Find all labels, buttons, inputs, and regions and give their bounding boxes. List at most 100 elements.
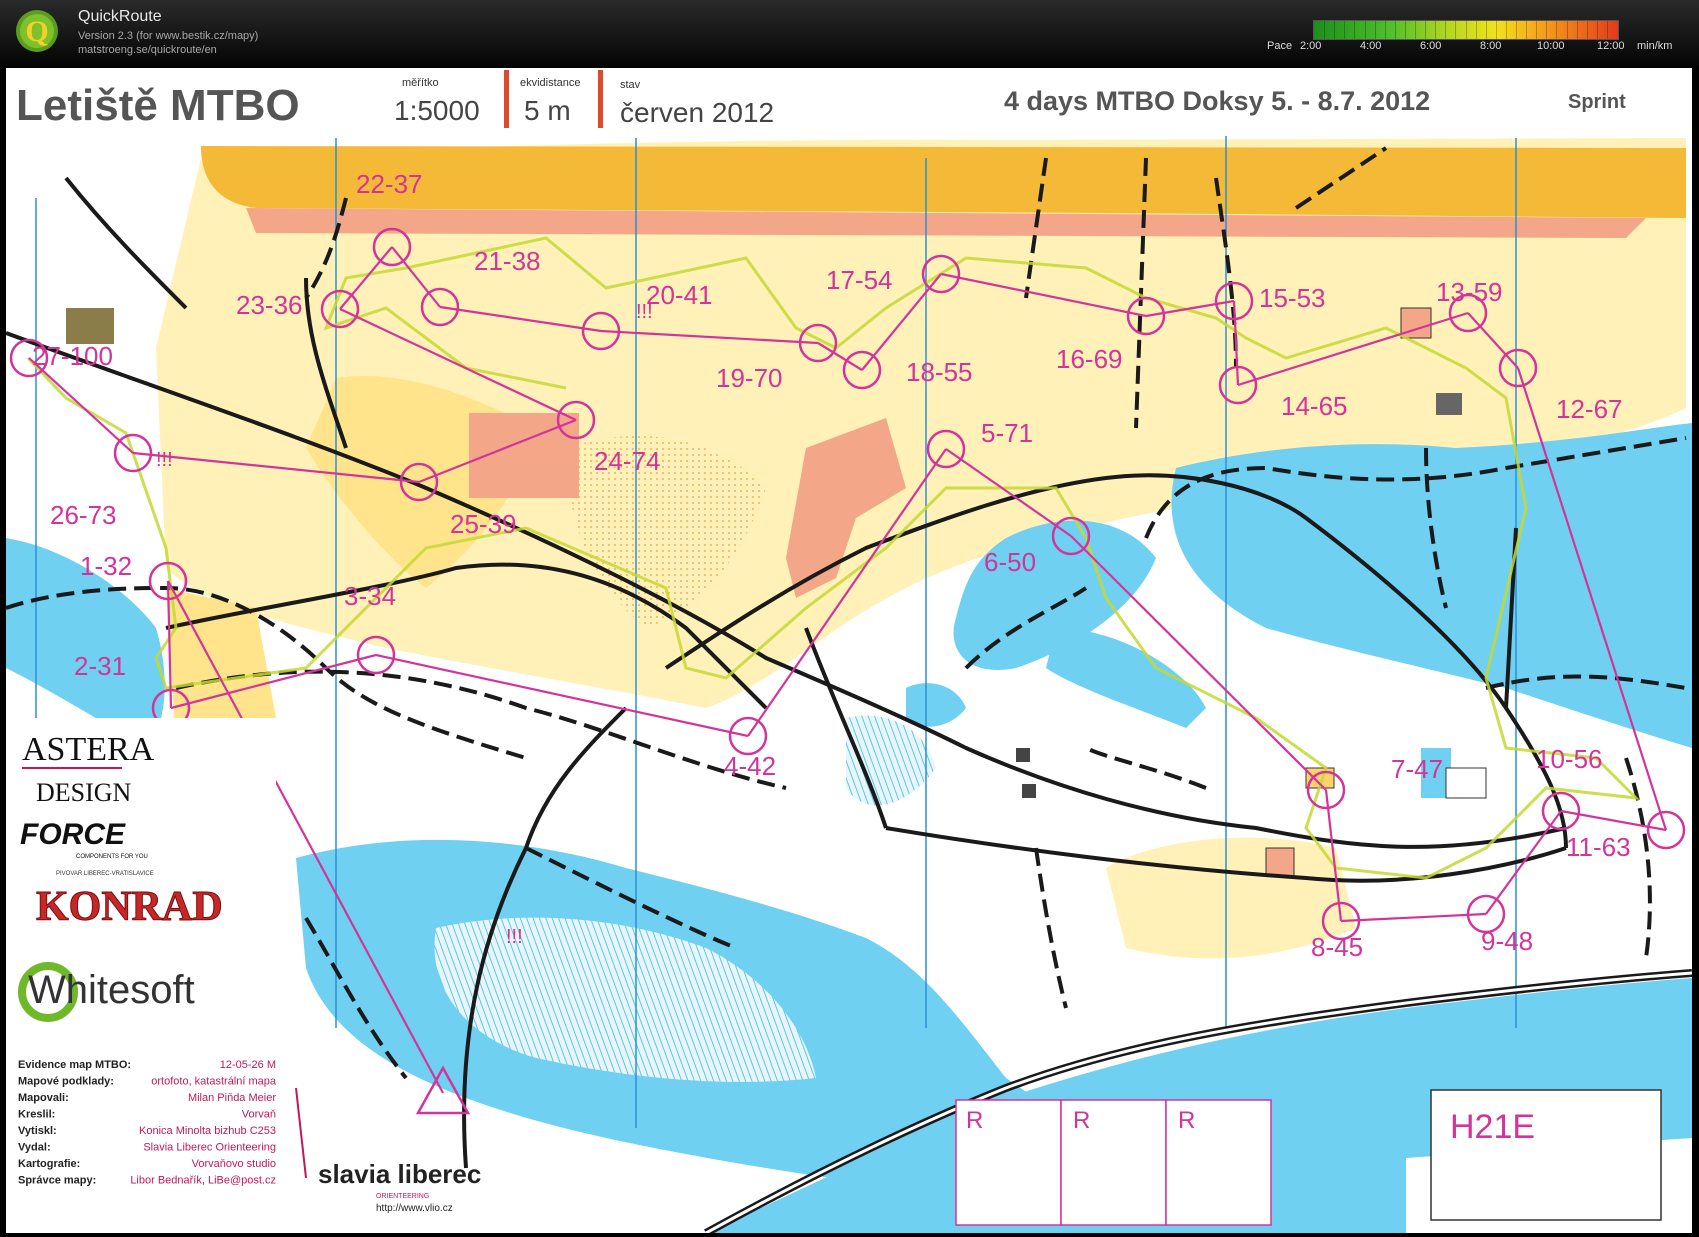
control-label: 7-47 [1391,754,1443,784]
control-label: 15-53 [1259,283,1326,313]
pace-bar-tick [1485,21,1487,39]
header-divider [504,70,509,128]
pace-tick: 2:00 [1300,40,1322,52]
reserve-box-label: R [966,1107,983,1134]
astera-underline [22,767,122,769]
pace-bar-tick [1505,21,1507,39]
credit-key: Vydal: [18,1142,51,1154]
pace-bar-tick [1526,21,1528,39]
control-label: 21-38 [474,246,541,276]
contour-caption: ekvidistance [520,77,581,89]
warning-mark: !!! [636,301,653,323]
credit-value: Slavia Liberec Orienteering [143,1142,276,1154]
credit-key: Mapovali: [18,1092,69,1104]
control-label: 16-69 [1056,344,1123,374]
app-name: QuickRoute [78,8,162,25]
control-label: 19-70 [716,363,783,393]
building [1022,784,1036,798]
control-label: 9-48 [1481,926,1533,956]
building [1436,393,1462,415]
control-label: 10-56 [1536,744,1603,774]
slavia-logo: slavia liberec [318,1159,481,1189]
control-label: 3-34 [344,581,396,611]
pace-bar-tick [1425,21,1427,39]
map-title: Letiště MTBO [16,81,300,130]
pace-bar-tick [1576,21,1578,39]
map-canvas[interactable]: 1-32 2-31 3-34 4-42 5-71 6-50 7-47 8-45 9-48 10-5… [6,68,1692,1233]
slavia-url: http://www.vlio.cz [376,1203,453,1214]
contour-value: 5 m [524,95,571,126]
pace-bar-tick [1404,21,1406,39]
building [1265,847,1295,877]
pace-bar-tick [1364,21,1366,39]
pace-tick: 4:00 [1360,40,1382,52]
reserve-boxes [955,1099,1272,1226]
reserve-box-label: R [1073,1107,1090,1134]
credit-value: 12-05-26 M [220,1059,276,1071]
quickroute-logo-icon: Q [16,10,58,52]
pace-bar-tick [1606,21,1608,39]
control-label: 1-32 [80,551,132,581]
pace-bar-tick [1546,21,1548,39]
credit-key: Evidence map MTBO: [18,1059,131,1071]
pace-bar-tick [1586,21,1588,39]
building [1445,767,1487,799]
warning-mark: !!! [156,449,173,471]
credit-value: Vorvaň [242,1109,276,1121]
pace-bar-tick [1445,21,1447,39]
event-type: Sprint [1568,91,1626,113]
credit-key: Kartografie: [18,1158,80,1170]
control-label: 20-41 [646,280,713,310]
scale-caption: měřítko [402,77,439,89]
state-value: červen 2012 [620,97,774,128]
credit-key: Mapové podklady: [18,1076,114,1088]
pace-bar-tick [1556,21,1558,39]
whitesoft-logo: Whitesoft [28,968,195,1012]
pace-bar-tick [1394,21,1396,39]
slavia-subtitle: ORIENTEERING [376,1193,429,1200]
building [1016,748,1030,762]
pace-bar-tick [1516,21,1517,39]
pace-bar-tick [1475,21,1477,39]
pace-bar-tick [1344,21,1346,39]
astera-logo: ASTERA [22,731,155,768]
astera-logo-design: DESIGN [36,778,132,807]
app-version: Version 2.3 (for www.bestik.cz/mapy) [78,30,259,42]
pace-unit: min/km [1637,40,1673,52]
building [66,308,114,344]
pace-color-scale [1313,20,1619,40]
control-label: 5-71 [981,418,1033,448]
runway-area [201,146,1686,218]
pace-tick: 10:00 [1537,40,1565,52]
pace-tick: 8:00 [1480,40,1502,52]
pace-bar-tick [1415,21,1416,39]
credit-key: Správce mapy: [18,1175,96,1187]
control-label: 8-45 [1311,932,1363,962]
pace-bar-tick [1334,21,1336,39]
pace-bar-tick [1596,21,1598,39]
control-label: 17-54 [826,265,893,295]
scale-value: 1:5000 [394,95,480,126]
category-label: H21E [1450,1108,1535,1146]
force-logo: FORCE [20,818,126,851]
orienteering-map[interactable]: 1-32 2-31 3-34 4-42 5-71 6-50 7-47 8-45 9-48 10-5… [6,68,1692,1233]
pace-tick: 12:00 [1597,40,1625,52]
control-label: 18-55 [906,357,973,387]
control-label: 6-50 [984,547,1036,577]
control-label: 13-59 [1436,277,1503,307]
pace-bar-tick [1324,21,1326,39]
credit-value: Milan Piňda Meier [188,1092,276,1104]
quickroute-toolbar: Q QuickRoute Version 2.3 (for www.bestik… [0,0,1699,66]
pace-bar-tick [1536,21,1538,39]
svg-text:Q: Q [25,15,48,48]
pace-bar-tick [1384,21,1386,39]
reserve-box-label: R [1178,1107,1195,1134]
pace-bar-tick [1455,21,1457,39]
control-label: 14-65 [1281,391,1348,421]
pace-bar-tick [1354,21,1356,39]
pace-bar-tick [1374,21,1376,39]
control-label: 24-74 [594,446,661,476]
control-label: 4-42 [724,751,776,781]
pace-tick: 6:00 [1420,40,1442,52]
force-tagline: COMPONENTS FOR YOU [76,854,148,860]
